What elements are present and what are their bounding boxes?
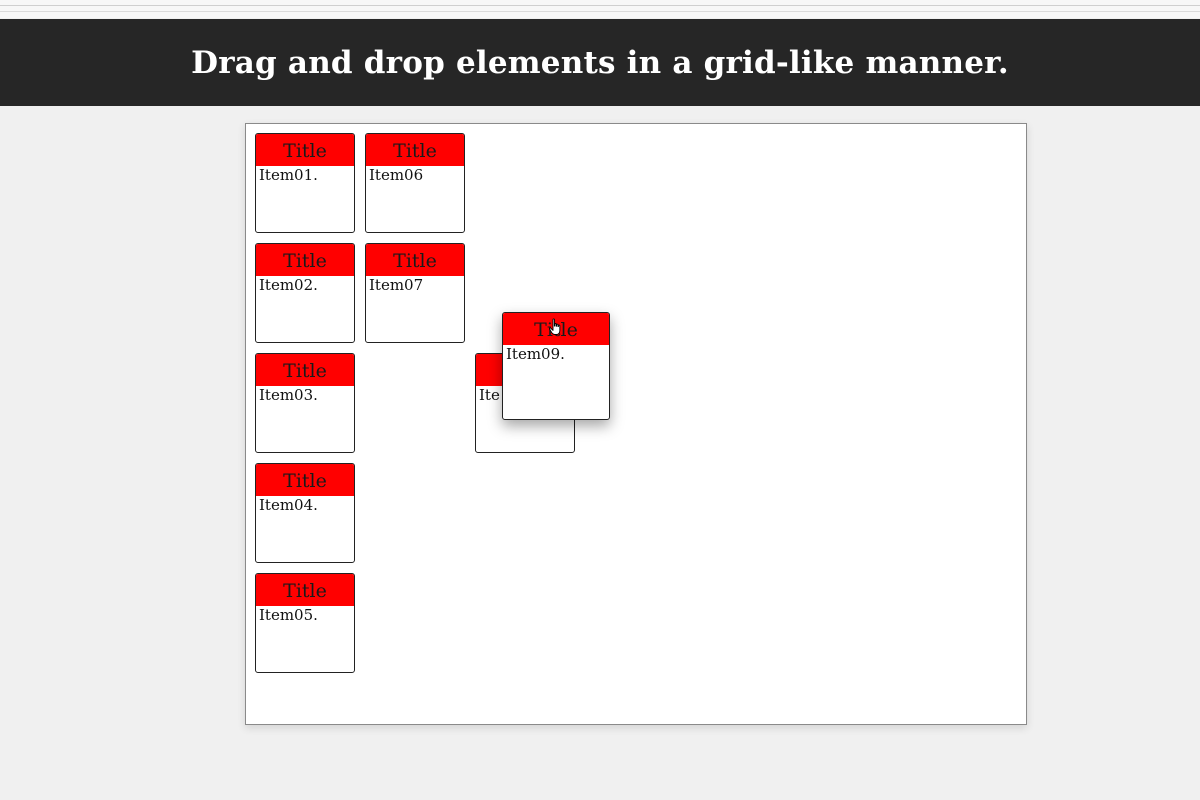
browser-top-strip <box>0 0 1200 18</box>
card-title[interactable]: Title <box>256 244 354 276</box>
card-title[interactable]: Title <box>366 134 464 166</box>
grid-card-item02[interactable]: Title Item02. <box>255 243 355 343</box>
grid-card-item01[interactable]: Title Item01. <box>255 133 355 233</box>
card-title[interactable]: Title <box>366 244 464 276</box>
grid-card-item05[interactable]: Title Item05. <box>255 573 355 673</box>
card-body: Item02. <box>259 276 318 294</box>
grid-card-item07[interactable]: Title Item07 <box>365 243 465 343</box>
card-body: Item01. <box>259 166 318 184</box>
card-title[interactable]: Title <box>256 354 354 386</box>
card-body: Item06 <box>369 166 424 184</box>
card-title[interactable]: Title <box>256 574 354 606</box>
card-body: Item09. <box>506 345 565 363</box>
dragged-card-item09[interactable]: Title Item09. <box>502 312 610 420</box>
grid-card-item03[interactable]: Title Item03. <box>255 353 355 453</box>
card-body: Item05. <box>259 606 318 624</box>
grid-card-item04[interactable]: Title Item04. <box>255 463 355 563</box>
page-header: Drag and drop elements in a grid-like ma… <box>0 19 1200 106</box>
card-title[interactable]: Title <box>256 134 354 166</box>
grid-board: Title Item01. Title Item02. Title Item03… <box>245 123 1027 725</box>
card-body: Item04. <box>259 496 318 514</box>
card-title[interactable]: Title <box>503 313 609 345</box>
card-body: Item07 <box>369 276 424 294</box>
card-body: Item03. <box>259 386 318 404</box>
card-title[interactable]: Title <box>256 464 354 496</box>
grid-card-item06[interactable]: Title Item06 <box>365 133 465 233</box>
page-title: Drag and drop elements in a grid-like ma… <box>191 44 1009 81</box>
